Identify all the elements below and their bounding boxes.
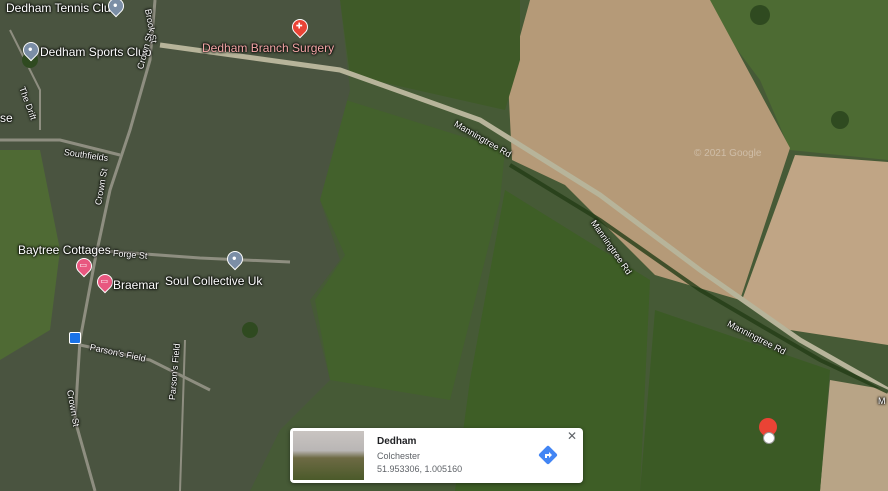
close-icon[interactable]: ✕ xyxy=(567,429,577,443)
street-view-thumbnail[interactable] xyxy=(293,431,364,480)
map-copyright: © 2021 Google xyxy=(694,148,762,159)
label-baytree-cottages[interactable]: Baytree Cottages xyxy=(18,243,111,257)
location-coordinates: 51.953306, 1.005160 xyxy=(377,464,463,474)
label-braemar[interactable]: Braemar xyxy=(113,278,159,292)
label-sports-club[interactable]: Dedham Sports Club xyxy=(40,45,151,59)
label-se: se xyxy=(0,111,13,125)
location-info-card[interactable]: Dedham Colchester 51.953306, 1.005160 ✕ xyxy=(290,428,583,483)
label-soul-collective[interactable]: Soul Collective Uk xyxy=(165,274,262,288)
pegman-marker-icon[interactable] xyxy=(763,432,775,444)
satellite-map[interactable] xyxy=(0,0,888,491)
location-subtitle: Colchester xyxy=(377,451,421,461)
directions-icon[interactable] xyxy=(538,445,558,465)
label-branch-surgery[interactable]: Dedham Branch Surgery xyxy=(202,41,334,55)
label-tennis-club[interactable]: Dedham Tennis Club xyxy=(6,1,117,15)
bus-stop-icon[interactable] xyxy=(69,332,81,344)
location-title: Dedham xyxy=(377,436,417,447)
label-edge-m: M xyxy=(878,396,886,406)
